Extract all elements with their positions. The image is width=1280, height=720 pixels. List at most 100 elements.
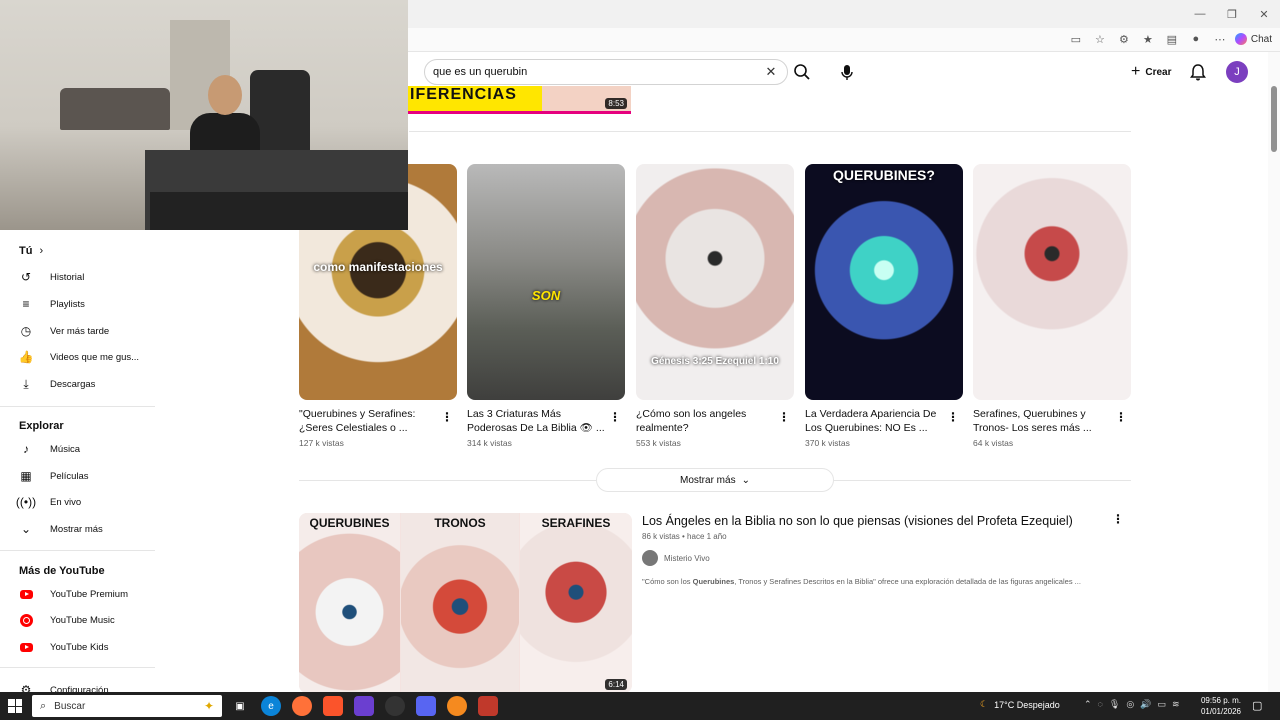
sidebar-item-youtube-music[interactable]: YouTube Music [18,609,158,631]
wifi-icon[interactable]: ≋ [1172,699,1180,710]
clock-icon: ◷ [20,324,32,338]
short-views: 553 k vistas [636,438,681,448]
discord-icon[interactable] [416,696,436,716]
more-options-icon[interactable]: ⋮ [609,410,621,424]
notifications-icon[interactable]: ▢ [1252,699,1262,712]
more-options-icon[interactable]: ⋮ [947,410,959,424]
short-views: 314 k vistas [467,438,512,448]
volume-icon[interactable]: 🔊 [1140,699,1151,710]
brave-icon[interactable] [323,696,343,716]
thumbnail-overlay-text: Génesis 3:25 Ezequiel 1:10 [651,356,779,367]
favorite-star-icon[interactable]: ☆ [1091,30,1109,48]
taskbar-search-box[interactable]: ⌕ Buscar ✦ [32,695,222,717]
sidebar-item-youtube-premium[interactable]: YouTube Premium [18,583,158,605]
sidebar-item-watch-later[interactable]: ◷ Ver más tarde [18,320,158,342]
page-scrollbar[interactable] [1268,52,1280,692]
sidebar-item-label: Descargas [50,378,96,390]
channel-avatar[interactable] [642,550,658,566]
channel-link[interactable]: Misterio Vivo [642,550,710,566]
more-options-icon[interactable]: ⋮ [778,410,790,424]
short-title[interactable]: Serafines, Querubines y Tronos- Los sere… [973,407,1113,435]
chevron-down-icon: ⌄ [741,474,750,486]
tray-icon[interactable]: ◎ [1126,699,1134,710]
more-menu-icon[interactable]: ⋯ [1211,30,1229,48]
short-views: 64 k vistas [973,438,1014,448]
sidebar-item-show-more[interactable]: ⌄ Mostrar más [18,518,158,540]
thumbnail-panel-label: TRONOS [434,516,486,530]
scrollbar-thumb[interactable] [1271,86,1277,152]
video-thumbnail[interactable]: QUERUBINES TRONOS SERAFINES 6:14 [299,513,632,693]
short-title[interactable]: Las 3 Criaturas Más Poderosas De La Bibl… [467,407,607,435]
weather-icon: ☾ [980,699,989,709]
chevron-up-icon[interactable]: ⌃ [1084,699,1092,710]
tray-icon[interactable]: ◌ [1098,699,1103,710]
search-box[interactable]: que es un querubin ✕ [424,59,788,85]
search-input[interactable]: que es un querubin [433,66,763,78]
notifications-bell-icon[interactable] [1188,62,1208,82]
short-card[interactable]: QUERUBINES? La Verdadera Apariencia De L… [805,164,963,448]
minimize-button[interactable]: — [1184,0,1216,28]
short-card[interactable]: Serafines, Querubines y Tronos- Los sere… [973,164,1131,448]
tray-icon[interactable]: ▭ [1157,699,1166,710]
app-icon[interactable] [354,696,374,716]
sidebar-item-liked-videos[interactable]: 👍 Videos que me gus... [18,346,158,368]
description-text: "Cómo son los [642,577,693,586]
sidebar-item-movies[interactable]: ▦ Películas [18,465,158,487]
more-options-icon[interactable]: ⋮ [1112,512,1124,526]
short-title[interactable]: La Verdadera Apariencia De Los Querubine… [805,407,945,435]
sidebar-item-playlists[interactable]: ≡ Playlists [18,293,158,315]
short-views: 370 k vistas [805,438,850,448]
weather-text: 17°C Despejado [994,699,1060,710]
clock-time: 09:56 p. m. [1200,696,1242,705]
app-icon[interactable] [478,696,498,716]
thumbs-up-icon: 👍 [18,350,34,364]
microphone-icon[interactable] [837,62,857,82]
youtube-premium-icon [18,586,34,602]
microphone-icon[interactable]: 🎙 [1109,699,1120,710]
sidebar-item-downloads[interactable]: ⤓ Descargas [18,373,158,395]
short-thumbnail[interactable]: SON [467,164,625,400]
thumbnail-overlay-text: QUERUBINES? [833,167,935,183]
more-options-icon[interactable]: ⋮ [441,410,453,424]
sidebar-item-label: Películas [50,470,89,482]
short-title[interactable]: "Querubines y Serafines: ¿Seres Celestia… [299,407,439,435]
more-options-icon[interactable]: ⋮ [1115,410,1127,424]
firefox-icon[interactable] [292,696,312,716]
clear-search-icon[interactable]: ✕ [763,64,779,80]
obs-icon[interactable] [385,696,405,716]
short-card[interactable]: Génesis 3:25 Ezequiel 1:10 ¿Cómo son los… [636,164,794,448]
video-title[interactable]: Los Ángeles en la Biblia no son lo que p… [642,514,1073,528]
short-thumbnail[interactable]: QUERUBINES? [805,164,963,400]
sidebar-item-music[interactable]: ♪ Música [18,438,158,460]
short-thumbnail[interactable]: Génesis 3:25 Ezequiel 1:10 [636,164,794,400]
previous-video-thumbnail[interactable]: IFERENCIAS 8:53 [408,86,631,114]
create-button[interactable]: + Crear [1121,60,1181,84]
profile-icon[interactable]: ● [1187,30,1205,48]
short-thumbnail[interactable] [973,164,1131,400]
sidebar-item-live[interactable]: ((•)) En vivo [16,491,158,513]
user-avatar[interactable]: J [1226,61,1248,83]
watched-progress-bar [408,111,631,114]
thumbnail-panel: SERAFINES [520,513,632,693]
search-icon[interactable] [792,62,812,82]
sidebar-item-historial[interactable]: ↺ Historial [18,266,158,288]
extensions-icon[interactable]: ⚙ [1115,30,1133,48]
favorites-icon[interactable]: ★ [1139,30,1157,48]
maximize-button[interactable]: ❐ [1216,0,1248,28]
close-window-button[interactable]: ✕ [1248,0,1280,28]
task-view-icon[interactable]: ▣ [230,696,250,716]
sidebar-you-header[interactable]: Tú › [19,245,43,257]
taskbar-weather[interactable]: ☾ 17°C Despejado [980,699,1060,710]
show-more-button[interactable]: Mostrar más ⌄ [596,468,834,492]
short-card[interactable]: SON Las 3 Criaturas Más Poderosas De La … [467,164,625,448]
collections-icon[interactable]: ▤ [1163,30,1181,48]
windows-start-icon[interactable] [8,699,22,713]
edge-icon[interactable]: e [261,696,281,716]
channel-name[interactable]: Misterio Vivo [664,554,710,563]
chat-button[interactable]: Chat [1234,33,1272,45]
reader-mode-icon[interactable]: ▭ [1067,30,1085,48]
sidebar-item-youtube-kids[interactable]: YouTube Kids [18,636,158,658]
taskbar-clock[interactable]: 09:56 p. m. 01/01/2026 [1196,695,1246,717]
app-icon[interactable] [447,696,467,716]
short-title[interactable]: ¿Cómo son los angeles realmente? [636,407,776,435]
